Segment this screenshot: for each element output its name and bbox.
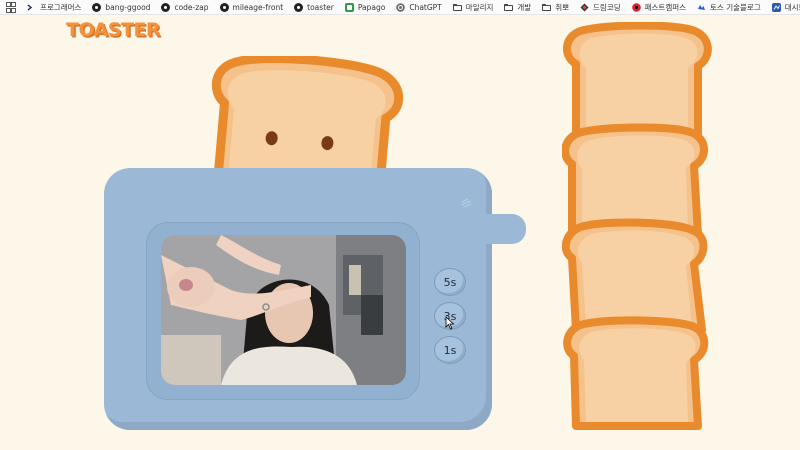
bookmark-label: 취뽀 (555, 2, 570, 12)
bookmark-chatgpt[interactable]: ChatGPT (396, 2, 442, 12)
toss-icon (697, 3, 706, 12)
toaster-lever[interactable] (484, 214, 526, 244)
bookmark-folder-dev[interactable]: 개발 (504, 2, 531, 13)
bookmark-code-zap[interactable]: code-zap (161, 2, 209, 12)
bookmark-mileage-front[interactable]: mileage-front (219, 2, 284, 12)
folder-icon (452, 3, 462, 12)
bookmark-label: toaster (307, 2, 334, 12)
bookmark-label: 대시보드 (784, 2, 800, 12)
bread-slice-4 (563, 316, 709, 430)
vent-lines-icon (461, 198, 472, 208)
bookmark-toss-tech-blog[interactable]: 토스 기술블로그 (697, 2, 761, 13)
toaster-logo[interactable]: TOASTER (66, 19, 161, 41)
bookmark-toaster[interactable]: toaster (294, 2, 334, 12)
bookmark-label: 드림코딩 (593, 2, 621, 12)
bookmark-label: 개발 (517, 2, 532, 12)
chatgpt-icon (396, 2, 406, 12)
bookmark-folder-mileage[interactable]: 마일리지 (452, 2, 494, 13)
bookmark-label: code-zap (174, 2, 209, 12)
github-icon (294, 2, 304, 12)
dreamcoding-icon (580, 3, 589, 12)
bookmark-label: ChatGPT (409, 2, 442, 12)
bookmark-papago[interactable]: Papago (344, 2, 386, 12)
bookmark-dreamcoding[interactable]: 드림코딩 (580, 2, 621, 13)
webcam-feed-image (161, 235, 406, 385)
folder-icon (542, 3, 552, 12)
bookmark-label: 마일리지 (465, 2, 494, 12)
bookmark-programmers[interactable]: 프로그래머스 (27, 2, 81, 13)
bookmark-label: Papago (357, 2, 386, 12)
timer-5s-button[interactable]: 5s (434, 268, 466, 296)
programmers-icon (27, 3, 36, 12)
github-icon (161, 2, 171, 12)
bookmark-dashboard[interactable]: 대시보드 (771, 2, 800, 13)
github-icon (92, 2, 102, 12)
papago-icon (344, 2, 354, 12)
camera-preview (161, 235, 406, 385)
fastcampus-icon (631, 2, 641, 12)
github-icon (219, 2, 229, 12)
bookmark-fastcampus[interactable]: 패스트캠퍼스 (631, 2, 687, 13)
apps-grid-icon[interactable] (6, 1, 16, 13)
dashboard-icon (771, 2, 781, 12)
folder-icon (504, 3, 514, 12)
timer-1s-button[interactable]: 1s (434, 336, 466, 364)
bookmark-folder-job[interactable]: 취뽀 (542, 2, 569, 13)
bookmark-label: 토스 기술블로그 (710, 2, 761, 12)
mouse-cursor-icon (445, 316, 455, 330)
bookmark-label: 패스트캠퍼스 (644, 2, 687, 12)
bookmarks-bar: 프로그래머스 bang-ggood code-zap mileage-front… (0, 0, 800, 15)
bookmark-label: bang-ggood (105, 2, 151, 12)
bookmark-bang-ggood[interactable]: bang-ggood (92, 2, 151, 12)
bookmark-label: mileage-front (232, 2, 284, 12)
bookmark-label: 프로그래머스 (40, 2, 82, 12)
